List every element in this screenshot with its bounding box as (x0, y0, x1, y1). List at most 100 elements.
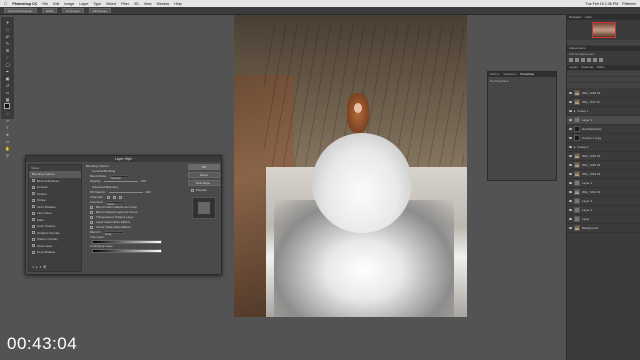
checkbox[interactable] (32, 192, 35, 196)
tab-navigator[interactable]: Navigator (569, 15, 582, 20)
checkbox[interactable] (32, 179, 35, 183)
checkbox[interactable] (32, 211, 35, 215)
shape-tool-icon[interactable]: ▭ (4, 139, 12, 144)
underlying-layer-gradient-slider[interactable] (92, 249, 162, 253)
tab-properties[interactable]: Properties (520, 72, 534, 77)
opacity-slider[interactable] (104, 181, 139, 182)
zoom-100-button[interactable]: 100% (41, 8, 58, 13)
crop-tool-icon[interactable]: ⊞ (4, 48, 12, 53)
eye-icon[interactable] (569, 137, 572, 139)
eye-icon[interactable] (569, 101, 572, 103)
checkbox[interactable] (32, 185, 35, 189)
layer-row[interactable]: Background (567, 224, 640, 233)
checkbox[interactable] (32, 231, 35, 235)
zoom-tool-icon[interactable]: ⚲ (4, 153, 12, 158)
style-drop-shadow[interactable]: Drop Shadow (29, 249, 81, 256)
checkbox[interactable] (32, 250, 35, 254)
vector-mask-hides-checkbox[interactable] (90, 226, 93, 229)
blend-mode-select[interactable]: Normal (109, 174, 130, 180)
user-name[interactable]: Philemin (622, 2, 636, 6)
exposure-icon[interactable] (587, 58, 591, 62)
eyedropper-tool-icon[interactable]: ∕ (4, 55, 12, 60)
blend-mode-bar[interactable] (567, 77, 640, 82)
stamp-tool-icon[interactable]: ▣ (4, 76, 12, 81)
menu-edit[interactable]: Edit (53, 2, 59, 6)
checkbox[interactable] (32, 244, 35, 248)
brush-tool-icon[interactable]: ✒ (4, 69, 12, 74)
checkbox[interactable] (32, 205, 35, 209)
eye-icon[interactable] (569, 182, 572, 184)
layer-row[interactable]: IMG_7236 01 (567, 152, 640, 161)
eye-icon[interactable] (569, 146, 572, 148)
lock-bar[interactable] (567, 83, 640, 88)
channel-b-checkbox[interactable] (118, 196, 122, 199)
layer-filter-bar[interactable] (567, 71, 640, 76)
tab-history[interactable]: History (490, 72, 499, 77)
eye-icon[interactable] (569, 200, 572, 202)
menu-select[interactable]: Select (106, 2, 116, 6)
layer-row[interactable]: IMG_7238 01 (567, 89, 640, 98)
eraser-tool-icon[interactable]: ▭ (4, 90, 12, 95)
tab-paths[interactable]: Paths (597, 65, 605, 70)
layer-row[interactable]: Layer 2 (567, 206, 640, 215)
layer-row[interactable]: IMG_7235 01 (567, 161, 640, 170)
fx-icon[interactable]: fx ▲ ▼ 🗑 (32, 265, 47, 269)
menu-window[interactable]: Window (156, 2, 169, 6)
eye-icon[interactable] (569, 128, 572, 130)
move-tool-icon[interactable]: ✢ (4, 20, 12, 25)
menu-help[interactable]: Help (174, 2, 181, 6)
scroll-all-windows-button[interactable]: Scroll All Windows (4, 8, 37, 13)
dodge-tool-icon[interactable]: ○ (4, 111, 12, 116)
transparency-shapes-checkbox[interactable] (90, 216, 93, 219)
layer-row[interactable]: Layer 4 (567, 197, 640, 206)
layer-row[interactable]: IMG_7117 01 (567, 98, 640, 107)
channel-r-checkbox[interactable] (106, 196, 110, 199)
eye-icon[interactable] (569, 191, 572, 193)
eye-icon[interactable] (569, 209, 572, 211)
eye-icon[interactable] (569, 164, 572, 166)
knockout-select[interactable]: None (106, 200, 127, 206)
curves-icon[interactable] (581, 58, 585, 62)
menu-3d[interactable]: 3D (134, 2, 139, 6)
eye-icon[interactable] (569, 173, 572, 175)
eye-icon[interactable] (569, 119, 572, 121)
vibrance-icon[interactable] (593, 58, 597, 62)
layer-row[interactable]: ▸ Group 2 (567, 143, 640, 152)
hue-saturation-icon[interactable] (599, 58, 603, 62)
app-menu[interactable]: Photoshop CC (12, 2, 37, 6)
tab-channels[interactable]: Channels (581, 65, 594, 70)
eye-icon[interactable] (569, 92, 572, 94)
fill-opacity-value[interactable]: 100 (146, 190, 151, 195)
checkbox[interactable] (32, 218, 35, 222)
eye-icon[interactable] (569, 218, 572, 220)
checkbox[interactable] (32, 237, 35, 241)
reset-button[interactable]: Reset (188, 172, 220, 178)
heal-tool-icon[interactable]: ◯ (4, 62, 12, 67)
brightness-icon[interactable] (569, 58, 573, 62)
layer-row[interactable]: IMG_7249 01 (567, 170, 640, 179)
type-tool-icon[interactable]: T (4, 125, 12, 130)
blend-if-select[interactable]: Gray (104, 230, 125, 236)
fill-opacity-slider[interactable] (108, 192, 143, 193)
fit-screen-button[interactable]: Fit Screen (62, 8, 84, 13)
tab-swatches[interactable]: Swatches (503, 72, 516, 77)
layer-row[interactable]: ▸ Group 1 (567, 107, 640, 116)
layer-row[interactable]: Layer (567, 215, 640, 224)
layer-mask-hides-checkbox[interactable] (90, 221, 93, 224)
checkbox[interactable] (32, 224, 35, 228)
layer-row[interactable]: Curves 1 copy (567, 134, 640, 143)
eye-icon[interactable] (569, 155, 572, 157)
opacity-value[interactable]: 100 (141, 179, 146, 184)
layer-row[interactable]: Layer 1 (567, 116, 640, 125)
menu-image[interactable]: Image (64, 2, 74, 6)
new-style-button[interactable]: New Style... (188, 180, 220, 186)
checkbox[interactable] (32, 198, 35, 202)
navigator-zoom-slider[interactable] (567, 40, 640, 45)
menu-file[interactable]: File (42, 2, 48, 6)
channel-g-checkbox[interactable] (112, 196, 116, 199)
fill-screen-button[interactable]: Fill Screen (88, 8, 112, 13)
eye-icon[interactable] (569, 227, 572, 229)
apple-icon[interactable]:  (4, 1, 7, 6)
tab-color[interactable]: Color (585, 15, 592, 20)
blend-interior-checkbox[interactable] (90, 206, 93, 209)
